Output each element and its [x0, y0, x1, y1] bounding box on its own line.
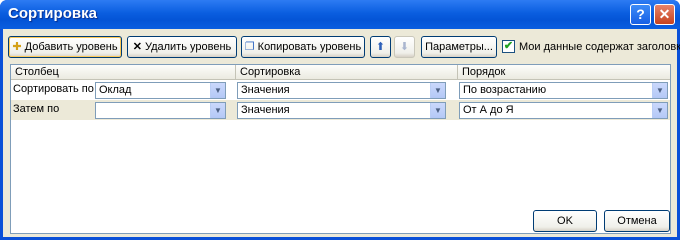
chevron-down-icon[interactable]: ▼	[210, 103, 225, 118]
sort-on-select[interactable]: Значения ▼	[237, 102, 446, 119]
order-select[interactable]: От А до Я ▼	[459, 102, 668, 119]
sort-dialog: Сортировка ? ✕ ✚ Добавить уровень ✕ Удал…	[0, 0, 680, 240]
delete-level-button[interactable]: ✕ Удалить уровень	[127, 36, 237, 58]
move-up-button[interactable]: ⬆	[370, 36, 391, 58]
chevron-down-icon[interactable]: ▼	[652, 103, 667, 118]
titlebar[interactable]: Сортировка ? ✕	[0, 0, 680, 29]
sort-on-select-value: Значения	[241, 104, 290, 116]
copy-icon: ❐	[244, 40, 255, 53]
column-header-order: Порядок	[462, 66, 506, 78]
chevron-down-icon[interactable]: ▼	[430, 103, 445, 118]
grid-header: Столбец Сортировка Порядок	[11, 65, 670, 80]
sort-level-row[interactable]: Затем по ▼ Значения ▼ От А до Я ▼	[11, 100, 670, 120]
ok-label: OK	[557, 215, 573, 227]
copy-level-button[interactable]: ❐ Копировать уровень	[241, 36, 365, 58]
cancel-button[interactable]: Отмена	[604, 210, 670, 232]
help-button[interactable]: ?	[630, 4, 651, 25]
close-button[interactable]: ✕	[654, 4, 675, 25]
ok-button[interactable]: OK	[533, 210, 597, 232]
row-label: Сортировать по	[11, 80, 94, 100]
parameters-label: Параметры...	[425, 41, 493, 53]
order-select-value: По возрастанию	[463, 84, 547, 96]
parameters-button[interactable]: Параметры...	[421, 36, 497, 58]
order-select[interactable]: По возрастанию ▼	[459, 82, 668, 99]
sort-on-select-value: Значения	[241, 84, 290, 96]
order-select-value: От А до Я	[463, 104, 514, 116]
delete-level-label: Удалить уровень	[144, 41, 232, 53]
chevron-down-icon[interactable]: ▼	[210, 83, 225, 98]
column-select-value: Оклад	[99, 84, 132, 96]
headers-checkbox-group[interactable]: ✔ Мои данные содержат заголовки	[502, 40, 680, 53]
dialog-body: ✚ Добавить уровень ✕ Удалить уровень ❐ К…	[3, 29, 680, 237]
headers-checkbox-label: Мои данные содержат заголовки	[519, 40, 680, 53]
copy-level-label: Копировать уровень	[257, 41, 362, 53]
headers-checkbox[interactable]: ✔	[502, 40, 515, 53]
column-header-column: Столбец	[11, 65, 236, 80]
delete-icon: ✕	[132, 40, 142, 53]
toolbar: ✚ Добавить уровень ✕ Удалить уровень ❐ К…	[3, 29, 680, 59]
add-level-label: Добавить уровень	[24, 41, 118, 53]
arrow-up-icon: ⬆	[375, 40, 386, 53]
chevron-down-icon[interactable]: ▼	[430, 83, 445, 98]
column-select[interactable]: Оклад ▼	[95, 82, 226, 99]
move-down-button[interactable]: ⬇	[394, 36, 415, 58]
column-header-sort-on: Сортировка	[236, 65, 458, 80]
window-title: Сортировка	[8, 5, 97, 22]
sort-on-select[interactable]: Значения ▼	[237, 82, 446, 99]
sort-level-row[interactable]: Сортировать по Оклад ▼ Значения ▼ По воз…	[11, 80, 670, 100]
chevron-down-icon[interactable]: ▼	[652, 83, 667, 98]
add-level-button[interactable]: ✚ Добавить уровень	[8, 36, 122, 58]
sort-levels-grid: Столбец Сортировка Порядок Сортировать п…	[10, 64, 671, 234]
cancel-label: Отмена	[617, 215, 657, 227]
row-label: Затем по	[13, 103, 60, 115]
column-select[interactable]: ▼	[95, 102, 226, 119]
add-level-icon: ✚	[12, 40, 22, 53]
arrow-down-icon: ⬇	[399, 40, 410, 53]
